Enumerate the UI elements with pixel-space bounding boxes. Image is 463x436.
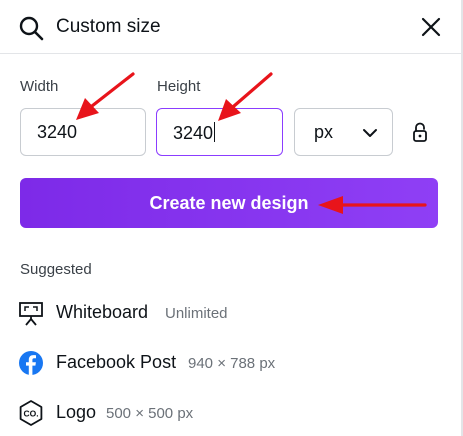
suggestion-meta: 940 × 788 px xyxy=(188,355,276,372)
whiteboard-icon xyxy=(19,302,43,326)
lock-icon[interactable] xyxy=(411,121,429,143)
height-value-wrap: 3240 xyxy=(173,122,216,144)
suggestion-name: Logo xyxy=(56,402,97,422)
width-value: 3240 xyxy=(37,122,78,142)
search-bar xyxy=(0,0,461,54)
chevron-down-icon xyxy=(363,129,377,137)
facebook-icon xyxy=(19,351,43,375)
suggested-heading: Suggested xyxy=(20,261,92,278)
search-input[interactable] xyxy=(56,12,396,42)
custom-size-panel: Width Height 3240 3240 px Create new des… xyxy=(0,0,463,436)
suggestion-item-whiteboard[interactable]: Whiteboard Unlimited xyxy=(0,290,461,334)
width-input[interactable]: 3240 xyxy=(20,108,146,156)
height-value: 3240 xyxy=(173,123,214,143)
create-new-design-label: Create new design xyxy=(149,192,309,213)
width-label: Width xyxy=(20,78,59,95)
logo-icon: CO. xyxy=(19,400,43,426)
suggestion-item-facebook-post[interactable]: Facebook Post 940 × 788 px xyxy=(0,340,461,384)
height-label: Height xyxy=(157,78,201,95)
suggestion-meta: 500 × 500 px xyxy=(106,405,194,422)
text-caret xyxy=(214,122,216,142)
svg-text:CO.: CO. xyxy=(23,409,38,419)
suggestion-item-logo[interactable]: CO. Logo 500 × 500 px xyxy=(0,390,461,434)
unit-value: px xyxy=(314,122,334,142)
unit-select[interactable]: px xyxy=(294,108,393,156)
close-icon[interactable] xyxy=(418,14,444,40)
create-new-design-button[interactable]: Create new design xyxy=(20,178,438,228)
suggestion-name: Facebook Post xyxy=(56,352,177,372)
search-icon xyxy=(19,16,44,41)
height-input[interactable]: 3240 xyxy=(156,108,283,156)
suggestion-name: Whiteboard xyxy=(56,302,149,322)
suggestion-meta: Unlimited xyxy=(165,305,228,322)
